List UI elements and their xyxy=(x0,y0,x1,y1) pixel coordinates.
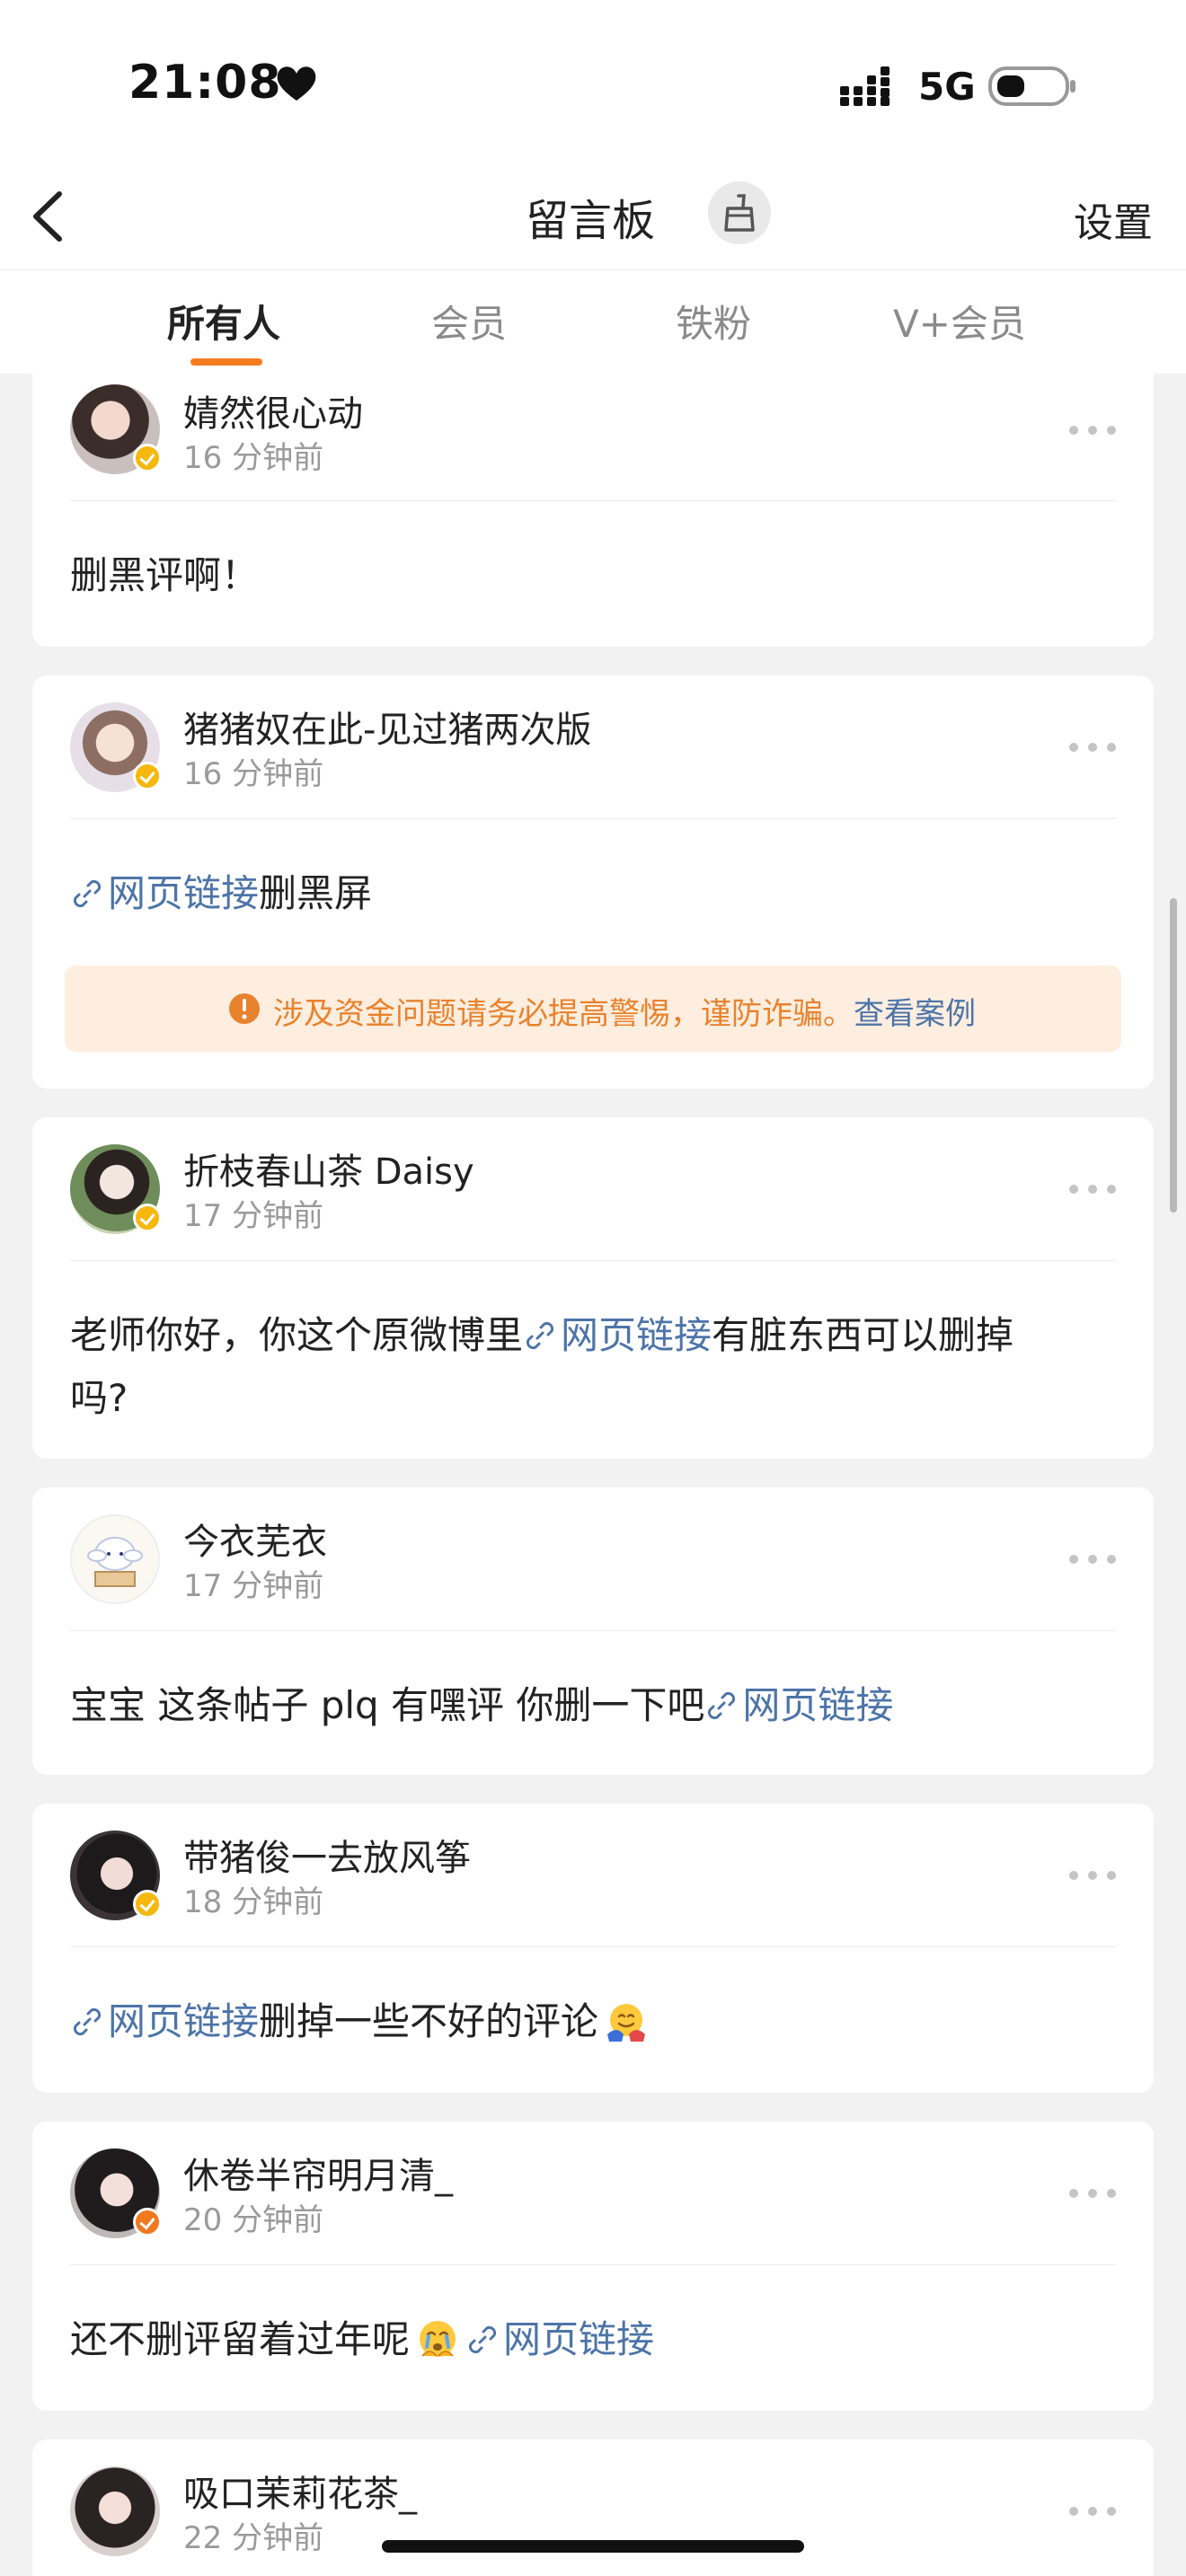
verified-badge-icon xyxy=(133,1890,162,1919)
more-options-icon[interactable] xyxy=(1067,1183,1118,1195)
post-card[interactable]: 猪猪奴在此-见过猪两次版 16 分钟前 网页链接删黑屏 涉及资金问题请务必提高警… xyxy=(32,675,1154,1089)
verified-badge-icon xyxy=(133,2208,162,2236)
info-icon xyxy=(229,993,260,1024)
post-text: 还不删评留着过年呢 网页链接 xyxy=(70,2317,655,2361)
more-options-icon[interactable] xyxy=(1067,2505,1118,2518)
avatar[interactable] xyxy=(70,2466,160,2556)
hugging-emoji-icon xyxy=(607,2004,646,2042)
signal-icon xyxy=(840,66,890,106)
post-card[interactable]: 今衣芜衣 17 分钟前 宝宝 这条帖子 plq 有嘿评 你删一下吧 网页链接 xyxy=(32,1487,1154,1775)
link-icon xyxy=(526,1321,554,1350)
heart-icon xyxy=(277,66,316,101)
username[interactable]: 今衣芜衣 xyxy=(183,1513,327,1565)
post-text: 宝宝 这条帖子 plq 有嘿评 你删一下吧 网页链接 xyxy=(70,1683,894,1727)
post-card[interactable]: 休卷半帘明月清_ 20 分钟前 还不删评留着过年呢 网页链接 xyxy=(32,2122,1154,2411)
clock: 21:08 xyxy=(128,56,282,110)
divider xyxy=(70,2264,1116,2265)
timestamp: 18 分钟前 xyxy=(183,1884,324,1920)
fraud-warning-banner: 涉及资金问题请务必提高警惕，谨防诈骗。查看案例 xyxy=(65,966,1121,1052)
settings-button[interactable]: 设置 xyxy=(1074,190,1153,248)
timestamp: 16 分钟前 xyxy=(183,756,324,792)
tab-bar: 所有人 会员 铁粉 V+会员 xyxy=(0,269,1186,374)
timestamp: 16 分钟前 xyxy=(183,440,324,476)
username[interactable]: 吸口茉莉花茶_ xyxy=(183,2465,417,2517)
timestamp: 17 分钟前 xyxy=(183,1198,324,1234)
warning-text: 涉及资金问题请务必提高警惕，谨防诈骗。查看案例 xyxy=(273,996,976,1032)
web-link[interactable]: 网页链接 xyxy=(465,2317,654,2361)
clear-button[interactable] xyxy=(708,181,771,244)
divider xyxy=(70,1260,1116,1261)
web-link[interactable]: 网页链接 xyxy=(70,1999,259,2043)
tab-indicator xyxy=(190,358,262,366)
divider xyxy=(70,818,1116,819)
divider xyxy=(70,1946,1116,1947)
avatar[interactable] xyxy=(70,2148,162,2238)
verified-badge-icon xyxy=(133,444,162,472)
network-label: 5G xyxy=(918,65,976,109)
timestamp: 22 分钟前 xyxy=(183,2520,324,2556)
view-cases-link[interactable]: 查看案例 xyxy=(854,996,976,1032)
back-icon[interactable] xyxy=(27,183,72,250)
verified-badge-icon xyxy=(133,762,162,790)
cartoon-bunny-icon xyxy=(87,1537,143,1587)
scrollbar[interactable] xyxy=(1170,898,1177,1213)
post-text: 删黑评啊！ xyxy=(70,553,260,597)
status-bar: 21:08 5G xyxy=(0,0,1186,162)
timestamp: 20 分钟前 xyxy=(183,2202,324,2238)
timestamp: 17 分钟前 xyxy=(183,1568,324,1604)
tab-vplus-members[interactable]: V+会员 xyxy=(893,294,1026,348)
avatar[interactable] xyxy=(70,1514,160,1604)
broom-icon xyxy=(724,194,755,232)
post-card[interactable]: 吸口茉莉花茶_ 22 分钟前 xyxy=(32,2439,1154,2576)
avatar[interactable] xyxy=(70,702,162,792)
home-indicator[interactable] xyxy=(382,2540,804,2553)
nav-bar: 留言板 设置 xyxy=(0,162,1186,269)
avatar[interactable] xyxy=(70,384,162,474)
post-text: 网页链接删黑屏 xyxy=(70,862,1116,925)
web-link[interactable]: 网页链接 xyxy=(704,1683,893,1727)
more-options-icon[interactable] xyxy=(1067,1869,1118,1882)
post-card[interactable]: 婧然很心动 16 分钟前 删黑评啊！ xyxy=(32,374,1154,647)
more-options-icon[interactable] xyxy=(1067,741,1118,754)
verified-badge-icon xyxy=(133,1204,162,1232)
post-text: 老师你好，你这个原微博里 网页链接有脏东西可以删掉 吗? xyxy=(70,1313,1014,1420)
avatar[interactable] xyxy=(70,1144,162,1234)
crying-emoji-icon xyxy=(420,2321,456,2357)
link-icon xyxy=(708,1691,736,1720)
post-card[interactable]: 折枝春山茶 Daisy 17 分钟前 老师你好，你这个原微博里 网页链接有脏东西可… xyxy=(32,1117,1154,1459)
divider xyxy=(70,1630,1116,1631)
more-options-icon[interactable] xyxy=(1067,1553,1118,1566)
divider xyxy=(70,500,1116,501)
post-card[interactable]: 带猪俊一去放风筝 18 分钟前 网页链接删掉一些不好的评论 xyxy=(32,1804,1154,2093)
page-title: 留言板 xyxy=(526,196,656,246)
username[interactable]: 猪猪奴在此-见过猪两次版 xyxy=(183,701,591,753)
link-icon xyxy=(73,2007,102,2036)
tab-everyone[interactable]: 所有人 xyxy=(167,294,280,348)
link-icon xyxy=(468,2325,497,2354)
web-link[interactable]: 网页链接 xyxy=(523,1313,712,1357)
username[interactable]: 婧然很心动 xyxy=(183,384,363,437)
post-text: 网页链接删掉一些不好的评论 xyxy=(70,1990,1116,2053)
more-options-icon[interactable] xyxy=(1067,424,1118,437)
username[interactable]: 休卷半帘明月清_ xyxy=(183,2147,453,2199)
web-link[interactable]: 网页链接 xyxy=(70,871,259,915)
username[interactable]: 带猪俊一去放风筝 xyxy=(183,1829,471,1881)
username[interactable]: 折枝春山茶 Daisy xyxy=(183,1142,474,1195)
avatar[interactable] xyxy=(70,1831,162,1920)
battery-icon xyxy=(988,66,1075,106)
tab-iron-fans[interactable]: 铁粉 xyxy=(676,294,751,348)
more-options-icon[interactable] xyxy=(1067,2187,1118,2200)
tab-members[interactable]: 会员 xyxy=(431,294,507,348)
link-icon xyxy=(73,879,102,908)
